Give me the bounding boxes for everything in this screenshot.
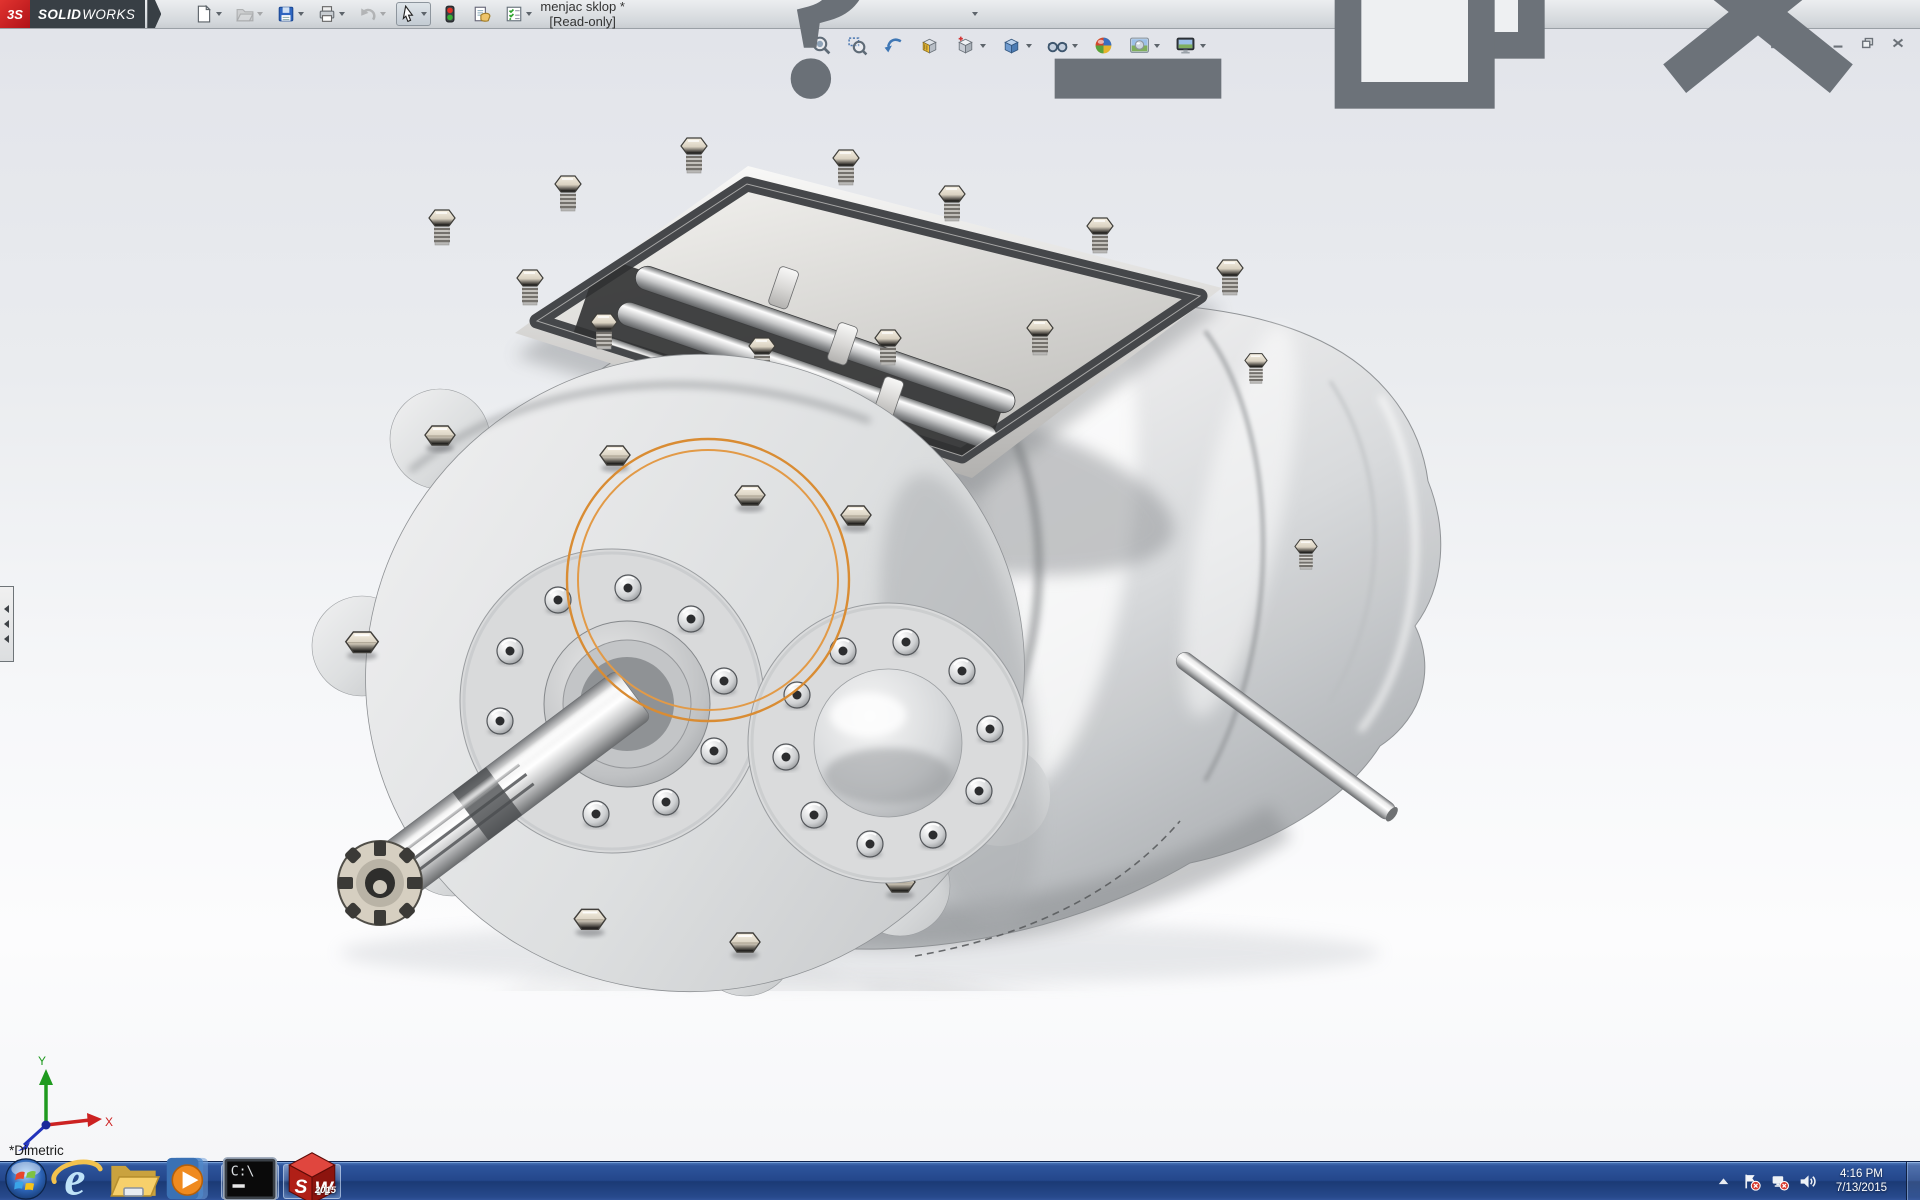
clock-time: 4:16 PM (1836, 1167, 1887, 1181)
taskbar-clock[interactable]: 4:16 PM 7/13/2015 (1836, 1167, 1887, 1195)
windows-taskbar: e C:\ SW2015 4:16 PM 7/13/2015 (0, 1161, 1920, 1200)
new-icon (195, 5, 213, 23)
dropdown-caret-icon (380, 12, 386, 16)
system-tray: 4:16 PM 7/13/2015 (1714, 1162, 1920, 1200)
command-prompt-button[interactable]: C:\ (221, 1164, 279, 1199)
version-badge: 2015 (315, 1185, 336, 1196)
solidworks-logo: 3S SOLIDWORKS (0, 0, 161, 28)
cmd-icon: C:\ (222, 1151, 278, 1200)
dropdown-caret-icon (339, 12, 345, 16)
select-icon (400, 5, 418, 23)
undo-icon (359, 5, 377, 23)
volume-button[interactable] (1798, 1172, 1817, 1191)
svg-text:Y: Y (38, 1054, 46, 1068)
select-button[interactable] (396, 2, 431, 26)
media-player-button[interactable] (162, 1162, 219, 1200)
save-button[interactable] (273, 2, 308, 26)
help-button[interactable]: ? (669, 0, 978, 167)
window-title: menjac sklop * [Read-only] (536, 0, 669, 29)
solidworks-window: 3S SOLIDWORKS menjac sklop * [Read-only]… (0, 0, 1920, 1200)
quick-access-toolbar (191, 2, 536, 26)
menu-flyout-arrow-icon[interactable] (147, 0, 161, 28)
win-min-icon (988, 0, 1288, 167)
reference-triad: Y X (18, 1054, 113, 1151)
featuremanager-collapsed-tab[interactable] (0, 586, 14, 662)
solidworks-wordmark: SOLIDWORKS (30, 0, 145, 28)
graphics-area[interactable]: Y X *Dimetric (0, 28, 1920, 1162)
close-button[interactable] (1608, 0, 1908, 167)
action-center-button[interactable] (1742, 1172, 1761, 1191)
start-button[interactable] (4, 1162, 48, 1200)
open-button[interactable] (232, 2, 267, 26)
dropdown-caret-icon (421, 12, 427, 16)
network-x-icon (1770, 1172, 1789, 1191)
titlebar: 3S SOLIDWORKS menjac sklop * [Read-only]… (0, 0, 1920, 29)
options-icon (505, 5, 523, 23)
solidworks-2015-button[interactable]: SW2015 (283, 1164, 341, 1199)
undo-button[interactable] (355, 2, 390, 26)
svg-text:X: X (105, 1115, 113, 1129)
network-status-button[interactable] (1770, 1172, 1789, 1191)
win-restore-icon (1298, 0, 1598, 167)
file-properties-button[interactable] (469, 2, 495, 26)
svg-text:S: S (295, 1177, 308, 1198)
show-hidden-icons-button[interactable] (1714, 1172, 1733, 1191)
window-controls: ? (669, 0, 1908, 167)
wmp-icon (162, 1150, 219, 1200)
svg-text:?: ? (757, 0, 882, 150)
minimize-button[interactable] (988, 0, 1288, 167)
volume-icon (1798, 1172, 1817, 1191)
ie-icon: e (48, 1150, 105, 1200)
dropdown-caret-icon (972, 12, 978, 16)
rebuild-button[interactable] (437, 2, 463, 26)
rebuild-icon (441, 5, 459, 23)
dropdown-caret-icon (216, 12, 222, 16)
svg-text:C:\: C:\ (231, 1164, 255, 1179)
flag-x-icon (1742, 1172, 1761, 1191)
options-button[interactable] (501, 2, 536, 26)
start-icon (4, 1157, 48, 1200)
open-icon (236, 5, 254, 23)
dropdown-caret-icon (526, 12, 532, 16)
clock-date: 7/13/2015 (1836, 1181, 1887, 1195)
dropdown-caret-icon (257, 12, 263, 16)
dropdown-caret-icon (298, 12, 304, 16)
file-properties-icon (473, 5, 491, 23)
save-icon (277, 5, 295, 23)
expand-panel-icon (4, 620, 9, 628)
print-icon (318, 5, 336, 23)
dassault-3ds-logo-icon: 3S (0, 0, 30, 28)
gearbox-3d-model: Y X (0, 28, 1920, 1162)
help-icon: ? (669, 0, 969, 167)
taskbar-buttons: e C:\ SW2015 (0, 1162, 343, 1200)
expand-panel-icon (4, 635, 9, 643)
explorer-icon (105, 1150, 162, 1200)
show-desktop-button[interactable] (1906, 1162, 1920, 1200)
internet-explorer-button[interactable]: e (48, 1162, 105, 1200)
new-button[interactable] (191, 2, 226, 26)
print-button[interactable] (314, 2, 349, 26)
restore-button[interactable] (1298, 0, 1598, 167)
expand-panel-icon (4, 605, 9, 613)
selected-edge-highlight (567, 439, 849, 721)
win-close-icon (1608, 0, 1908, 167)
tray-up-icon (1714, 1172, 1733, 1191)
file-explorer-button[interactable] (105, 1162, 162, 1200)
